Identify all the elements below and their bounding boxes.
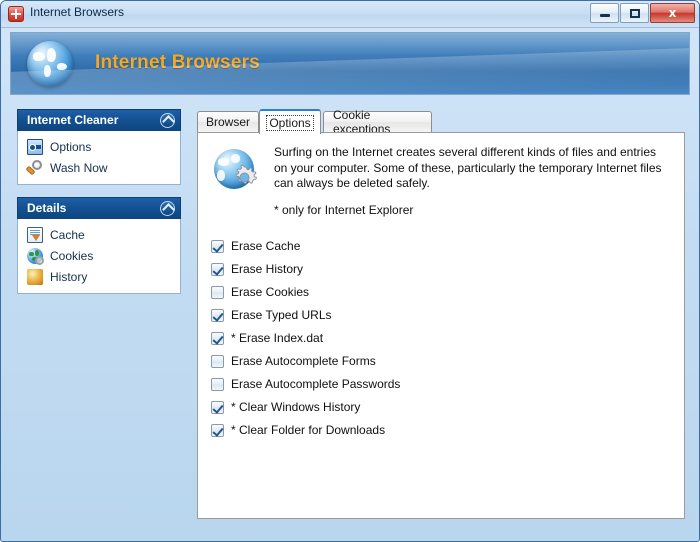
checkbox-row[interactable]: Erase Cache [211,235,684,258]
app-red-cross-icon [8,6,24,22]
checkbox-label: Erase Autocomplete Forms [231,354,376,368]
chevron-up-icon[interactable] [160,201,175,216]
checkbox-erase-index-dat[interactable] [211,331,224,345]
options-window-icon [27,138,43,155]
close-button[interactable]: x [650,3,695,23]
panel-body: Options Wash Now [17,131,181,185]
checkbox-label: * Clear Folder for Downloads [231,423,386,437]
checkbox-row[interactable]: * Clear Windows History [211,396,684,419]
checkbox-row[interactable]: * Clear Folder for Downloads [211,419,684,442]
sidebar-item-history[interactable]: History [18,266,180,287]
sidebar-item-cookies[interactable]: Cookies [18,245,180,266]
sidebar-item-label: Wash Now [50,160,108,175]
sidebar-item-label: Options [50,139,92,154]
checkbox-label: Erase Autocomplete Passwords [231,377,401,391]
checkbox-label: * Erase Index.dat [231,331,324,345]
panel-title: Internet Cleaner [27,113,119,127]
window-title: Internet Browsers [30,5,125,19]
sidebar-panel-details: Details Cache Cookies History [17,197,181,294]
panel-header: Details [17,197,181,219]
checkbox-label: Erase History [231,262,304,276]
panel-body: Cache Cookies History [17,219,181,294]
panel-title: Details [27,201,67,215]
checkbox-erase-autocomplete-forms[interactable] [211,354,224,368]
close-icon: x [668,6,677,20]
sidebar-item-options[interactable]: Options [18,136,180,157]
checkbox-row[interactable]: * Erase Index.dat [211,327,684,350]
cookies-globe-search-icon [27,247,44,265]
maximize-button[interactable] [620,3,649,23]
application-window: Internet Browsers x Internet Browsers In… [0,0,700,542]
description-text: Surfing on the Internet creates several … [274,145,662,190]
tab-panel-options: Surfing on the Internet creates several … [197,132,685,519]
cache-download-icon [27,226,43,243]
checkbox-erase-cache[interactable] [211,239,224,253]
history-globe-icon [27,268,43,285]
page-title: Internet Browsers [95,52,260,73]
checkbox-label: Erase Typed URLs [231,308,332,322]
options-checkbox-list: Erase Cache Erase History Erase Cookies … [211,235,684,442]
checkbox-label: * Clear Windows History [231,400,361,414]
minimize-icon [591,4,618,22]
header-banner: Internet Browsers [10,32,690,95]
tab-cookie-exceptions[interactable]: Cookie exceptions [323,108,432,136]
checkbox-clear-windows-history[interactable] [211,400,224,414]
gear-icon [235,164,257,184]
window-controls: x [590,3,695,23]
sidebar-item-label: Cache [50,227,85,242]
checkbox-row[interactable]: Erase Cookies [211,281,684,304]
checkbox-erase-autocomplete-passwords[interactable] [211,377,224,391]
description-block: Surfing on the Internet creates several … [198,133,684,217]
sidebar-item-label: Cookies [50,248,94,263]
chevron-up-icon[interactable] [160,113,175,128]
checkbox-label: Erase Cache [231,239,301,253]
tab-options[interactable]: Options [259,109,321,134]
sidebar: Internet Cleaner Options Wash Now Detail… [17,109,181,306]
checkbox-row[interactable]: Erase Typed URLs [211,304,684,327]
maximize-icon [621,4,648,22]
sidebar-item-cache[interactable]: Cache [18,224,180,245]
checkbox-row[interactable]: Erase History [211,258,684,281]
tab-browser[interactable]: Browser [197,111,259,132]
sidebar-panel-internet-cleaner: Internet Cleaner Options Wash Now [17,109,181,185]
checkbox-row[interactable]: Erase Autocomplete Forms [211,350,684,373]
globe-icon [27,41,73,87]
title-bar: Internet Browsers x [1,1,699,28]
checkbox-clear-folder-for-downloads[interactable] [211,423,224,437]
tab-label: Browser [206,115,251,129]
minimize-button[interactable] [590,3,619,23]
checkbox-label: Erase Cookies [231,285,310,299]
description-note: * only for Internet Explorer [274,202,414,217]
checkbox-erase-history[interactable] [211,262,224,276]
sidebar-item-wash-now[interactable]: Wash Now [18,157,180,178]
checkbox-erase-typed-urls[interactable] [211,308,224,322]
tab-strip: Browser Options Cookie exceptions [197,108,685,136]
globe-gear-icon [214,147,258,191]
tab-label: Options [266,114,314,131]
checkbox-row[interactable]: Erase Autocomplete Passwords [211,373,684,396]
content-area: Browser Options Cookie exceptions Surfin… [197,108,685,519]
panel-header: Internet Cleaner [17,109,181,131]
sidebar-item-label: History [50,269,88,284]
checkbox-erase-cookies[interactable] [211,285,224,299]
magnifier-wash-icon [27,159,43,176]
